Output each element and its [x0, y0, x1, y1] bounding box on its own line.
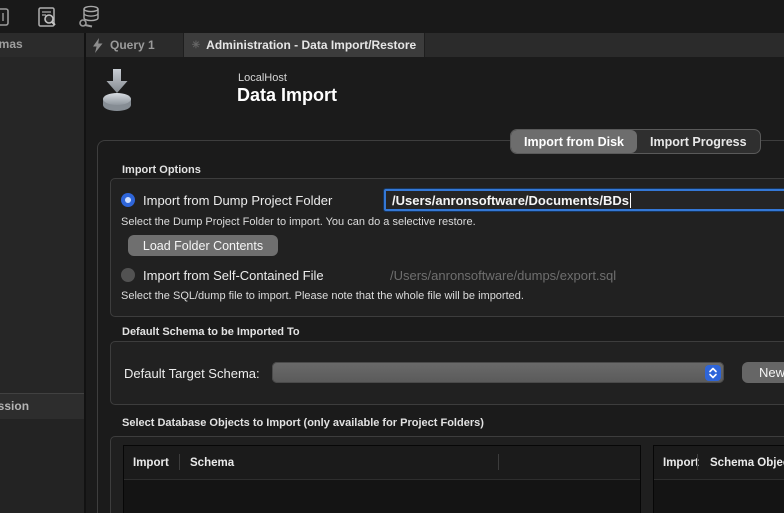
- default-target-schema-label: Default Target Schema:: [124, 366, 260, 381]
- server-admin-icon[interactable]: [76, 5, 103, 30]
- dropdown-stepper-icon: [705, 365, 721, 381]
- dump-folder-radio[interactable]: [121, 193, 135, 207]
- dump-folder-help: Select the Dump Project Folder to import…: [121, 216, 476, 228]
- tab-administration[interactable]: ✳ Administration - Data Import/Restore: [183, 33, 425, 57]
- column-divider: [179, 454, 180, 470]
- data-import-icon: [96, 68, 138, 112]
- dump-folder-radio-label: Import from Dump Project Folder: [143, 193, 332, 208]
- tab-query-1[interactable]: Query 1: [92, 33, 155, 57]
- table-inspector-icon[interactable]: [38, 7, 59, 27]
- text-caret: [630, 193, 632, 208]
- self-contained-radio-label: Import from Self-Contained File: [143, 268, 324, 283]
- schemas-col-import: Import: [133, 446, 169, 479]
- left-sidebar: Session: [0, 57, 84, 513]
- app-window: Schemas Query 1 ✳ Administration - Data …: [0, 0, 784, 513]
- sidebar-panel-title[interactable]: Schemas: [0, 37, 23, 51]
- schema-objects-table-header: Import Schema Objects: [654, 446, 784, 480]
- default-target-schema-dropdown[interactable]: [272, 362, 724, 383]
- self-contained-help: Select the SQL/dump file to import. Plea…: [121, 290, 524, 302]
- connection-name: LocalHost: [238, 72, 287, 84]
- column-divider: [498, 454, 499, 470]
- lightning-icon: [92, 38, 103, 53]
- self-contained-path-value: /Users/anronsoftware/dumps/export.sql: [390, 268, 616, 283]
- objects-col-import: Import: [663, 446, 699, 479]
- import-progress-segment[interactable]: Import Progress: [637, 130, 760, 153]
- schemas-table-header: Import Schema: [124, 446, 640, 480]
- page-title: Data Import: [237, 85, 337, 106]
- view-toggle: Import from Disk Import Progress: [510, 129, 761, 154]
- objects-section-label: Select Database Objects to Import (only …: [122, 417, 484, 429]
- sidebar-session-header[interactable]: Session: [0, 393, 84, 420]
- new-schema-button[interactable]: New: [742, 362, 784, 383]
- admin-tab-icon: ✳: [192, 40, 200, 51]
- clipped-toolbar-icon[interactable]: [0, 8, 10, 27]
- data-import-panel: LocalHost Data Import Import from Disk I…: [86, 57, 784, 513]
- editor-tab-bar: Schemas Query 1 ✳ Administration - Data …: [0, 33, 784, 58]
- schemas-col-schema: Schema: [190, 446, 234, 479]
- schemas-table[interactable]: Import Schema: [123, 445, 641, 513]
- self-contained-radio[interactable]: [121, 268, 135, 282]
- import-options-label: Import Options: [122, 164, 201, 176]
- dump-folder-path-value: /Users/anronsoftware/Documents/BDs: [392, 193, 629, 208]
- load-folder-contents-button[interactable]: Load Folder Contents: [128, 235, 278, 256]
- schema-objects-table[interactable]: Import Schema Objects: [653, 445, 784, 513]
- tab-administration-label: Administration - Data Import/Restore: [206, 38, 416, 52]
- column-divider: [697, 454, 698, 470]
- main-toolbar: [0, 0, 784, 33]
- sidebar-session-panel: [0, 419, 84, 513]
- dump-folder-path-input[interactable]: /Users/anronsoftware/Documents/BDs: [384, 189, 784, 211]
- objects-col-schema-objects: Schema Objects: [710, 446, 784, 479]
- default-schema-section-label: Default Schema to be Imported To: [122, 326, 300, 338]
- sidebar-session-label: Session: [0, 399, 29, 413]
- import-from-disk-segment[interactable]: Import from Disk: [511, 130, 637, 153]
- tab-query-1-label: Query 1: [110, 38, 155, 52]
